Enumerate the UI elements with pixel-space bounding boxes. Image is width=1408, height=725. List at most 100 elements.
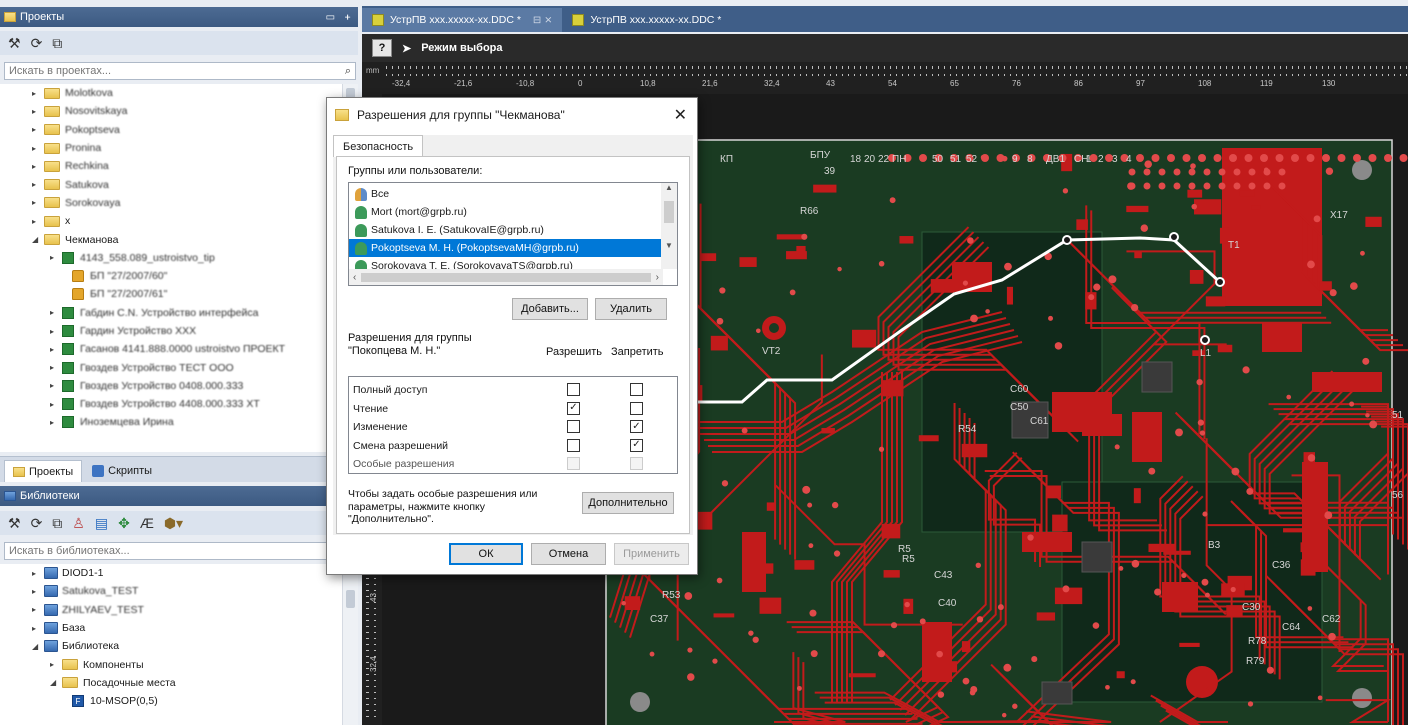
deny-checkbox[interactable] bbox=[630, 383, 643, 396]
search-icon[interactable]: ⌕ bbox=[345, 65, 351, 78]
expand-arrow-icon[interactable]: ▸ bbox=[50, 345, 60, 354]
close-icon[interactable]: ✕ bbox=[674, 105, 687, 125]
panel-float-button[interactable]: ▭ bbox=[326, 12, 335, 23]
libraries-search-input[interactable] bbox=[9, 545, 351, 557]
allow-checkbox[interactable] bbox=[567, 420, 580, 434]
expand-arrow-icon[interactable]: ▸ bbox=[50, 400, 60, 409]
permissions-icon[interactable]: ♙ bbox=[72, 515, 85, 532]
help-button[interactable]: ? bbox=[372, 39, 392, 57]
tree-item[interactable]: ▸ Pronina bbox=[0, 139, 342, 157]
users-list[interactable]: Все Mort (mort@grpb.ru) Satukova I. E. (Sa… bbox=[348, 182, 678, 286]
expand-arrow-icon[interactable]: ▸ bbox=[32, 125, 42, 134]
tree-item[interactable]: ▸ Nosovitskaya bbox=[0, 102, 342, 120]
expand-arrow-icon[interactable]: ▸ bbox=[50, 660, 60, 669]
copy-icon[interactable]: ⧉ bbox=[52, 515, 62, 532]
allow-checkbox[interactable] bbox=[567, 383, 580, 396]
tree-item[interactable]: ▸ Sorokovaya bbox=[0, 194, 342, 212]
tree-item[interactable]: ▸ Molotkova bbox=[0, 84, 342, 102]
libraries-scroll-thumb[interactable] bbox=[346, 590, 355, 608]
font-icon[interactable]: Æ bbox=[140, 515, 154, 531]
refresh-icon[interactable]: ⟳ bbox=[31, 515, 43, 532]
trace-vertex[interactable] bbox=[1062, 235, 1072, 245]
trace-vertex[interactable] bbox=[1169, 232, 1179, 242]
move-icon[interactable]: ✥ bbox=[118, 515, 130, 532]
libraries-scrollbar[interactable] bbox=[342, 564, 358, 725]
expand-arrow-icon[interactable]: ▸ bbox=[32, 144, 42, 153]
expand-arrow-icon[interactable]: ▸ bbox=[32, 569, 42, 578]
expand-arrow-icon[interactable]: ▸ bbox=[50, 418, 60, 427]
advanced-button[interactable]: Дополнительно bbox=[582, 492, 674, 514]
expand-arrow-icon[interactable]: ▸ bbox=[50, 363, 60, 372]
copy-icon[interactable]: ⧉ bbox=[52, 35, 62, 52]
tree-item[interactable]: ▸ Satukova bbox=[0, 175, 342, 193]
panel-pin-button[interactable]: ᚐ bbox=[345, 12, 350, 23]
scroll-right-icon[interactable]: › bbox=[656, 272, 659, 283]
expand-arrow-icon[interactable]: ▸ bbox=[32, 624, 42, 633]
projects-search[interactable]: ⌕ bbox=[4, 62, 356, 80]
expand-arrow-icon[interactable]: ▸ bbox=[50, 253, 60, 262]
tree-item[interactable]: ▸ Иноземцева Ирина bbox=[0, 413, 342, 431]
users-hscroll[interactable]: ‹ › bbox=[349, 269, 663, 285]
expand-arrow-icon[interactable]: ▸ bbox=[50, 381, 60, 390]
user-row[interactable]: Mort (mort@grpb.ru) bbox=[349, 203, 677, 221]
expand-arrow-icon[interactable]: ▸ bbox=[50, 308, 60, 317]
user-row[interactable]: Pokoptseva M. H. (PokoptsevaMH@grpb.ru) bbox=[349, 239, 677, 257]
tree-item[interactable]: ▸ База bbox=[0, 619, 342, 637]
scroll-down-icon[interactable]: ▼ bbox=[661, 241, 677, 255]
refresh-icon[interactable]: ⟳ bbox=[31, 35, 43, 52]
trace-vertex[interactable] bbox=[1215, 277, 1225, 287]
expand-arrow-icon[interactable]: ▸ bbox=[32, 217, 42, 226]
tree-item[interactable]: ◢ Посадочные места bbox=[0, 674, 342, 692]
expand-arrow-icon[interactable]: ▸ bbox=[50, 327, 60, 336]
allow-checkbox[interactable] bbox=[567, 438, 580, 452]
expand-arrow-icon[interactable]: ◢ bbox=[50, 678, 60, 687]
user-row[interactable]: Satukova I. E. (SatukovaIE@grpb.ru) bbox=[349, 221, 677, 239]
users-vscroll[interactable]: ▲ ▼ bbox=[661, 183, 677, 269]
add-button[interactable]: Добавить... bbox=[512, 298, 588, 320]
tree-item[interactable]: ▸ DIOD1-1 bbox=[0, 564, 342, 582]
users-vscroll-thumb[interactable] bbox=[664, 201, 674, 223]
deny-checkbox[interactable]: ✓ bbox=[630, 420, 643, 434]
expand-arrow-icon[interactable]: ▸ bbox=[32, 89, 42, 98]
allow-checkbox[interactable]: ✓ bbox=[567, 401, 580, 415]
scroll-up-icon[interactable]: ▲ bbox=[661, 183, 677, 197]
tree-item[interactable]: ▸ Гвоздев Устройство 4408.000.333 XT bbox=[0, 395, 342, 413]
tree-item[interactable]: ▸ Гвоздев Устройство ТЕСТ ООО bbox=[0, 358, 342, 376]
library-add-icon[interactable]: ▤ bbox=[95, 515, 108, 532]
deny-checkbox[interactable] bbox=[630, 401, 643, 415]
expand-arrow-icon[interactable]: ▸ bbox=[32, 107, 42, 116]
remove-button[interactable]: Удалить bbox=[595, 298, 667, 320]
tree-item[interactable]: ▸ Гардин Устройство ХХХ bbox=[0, 322, 342, 340]
tree-item[interactable]: ▸ ZHILYAEV_TEST bbox=[0, 601, 342, 619]
scroll-left-icon[interactable]: ‹ bbox=[353, 272, 356, 283]
connect-icon[interactable]: ⚒ bbox=[8, 35, 21, 52]
tree-item[interactable]: ◢ Библиотека bbox=[0, 637, 342, 655]
expand-arrow-icon[interactable]: ▸ bbox=[32, 162, 42, 171]
tree-item[interactable]: ▸ Satukova_TEST bbox=[0, 582, 342, 600]
tab-projects[interactable]: Проекты bbox=[4, 460, 83, 482]
expand-arrow-icon[interactable]: ◢ bbox=[32, 642, 42, 651]
tree-item[interactable]: ▸ Габдин С.N. Устройство интерфейса bbox=[0, 304, 342, 322]
tree-item[interactable]: ▸ x bbox=[0, 212, 342, 230]
trace-vertex[interactable] bbox=[1200, 335, 1210, 345]
package-icon[interactable]: ⬢▾ bbox=[164, 515, 183, 532]
tree-item[interactable]: БП "27/2007/61" bbox=[0, 285, 342, 303]
cancel-button[interactable]: Отмена bbox=[531, 543, 606, 565]
tree-item[interactable]: ▸ Pokoptseva bbox=[0, 121, 342, 139]
tree-item[interactable]: ▸ Rechkina bbox=[0, 157, 342, 175]
expand-arrow-icon[interactable]: ▸ bbox=[32, 198, 42, 207]
tree-item[interactable]: ◢ Чекманова bbox=[0, 230, 342, 248]
user-row[interactable]: Все bbox=[349, 185, 677, 203]
expand-arrow-icon[interactable]: ▸ bbox=[32, 180, 42, 189]
tab-close-icon[interactable]: ⊟ ⨯ bbox=[533, 15, 553, 26]
projects-search-input[interactable] bbox=[9, 65, 345, 77]
tree-item[interactable]: ▸ Гасанов 4141.888.0000 ustroistvo ПРОЕКТ bbox=[0, 340, 342, 358]
tree-item[interactable]: БП "27/2007/60" bbox=[0, 267, 342, 285]
tab-security[interactable]: Безопасность bbox=[333, 135, 424, 157]
expand-arrow-icon[interactable]: ▸ bbox=[32, 605, 42, 614]
connect-icon[interactable]: ⚒ bbox=[8, 515, 21, 532]
expand-arrow-icon[interactable]: ▸ bbox=[32, 587, 42, 596]
tree-item[interactable]: ▸ Гвоздев Устройство 0408.000.333 bbox=[0, 377, 342, 395]
dialog-titlebar[interactable]: Разрешения для группы "Чекманова" ✕ bbox=[327, 98, 697, 132]
tree-item[interactable]: ▸ 4143_558.089_ustroistvo_tip bbox=[0, 249, 342, 267]
